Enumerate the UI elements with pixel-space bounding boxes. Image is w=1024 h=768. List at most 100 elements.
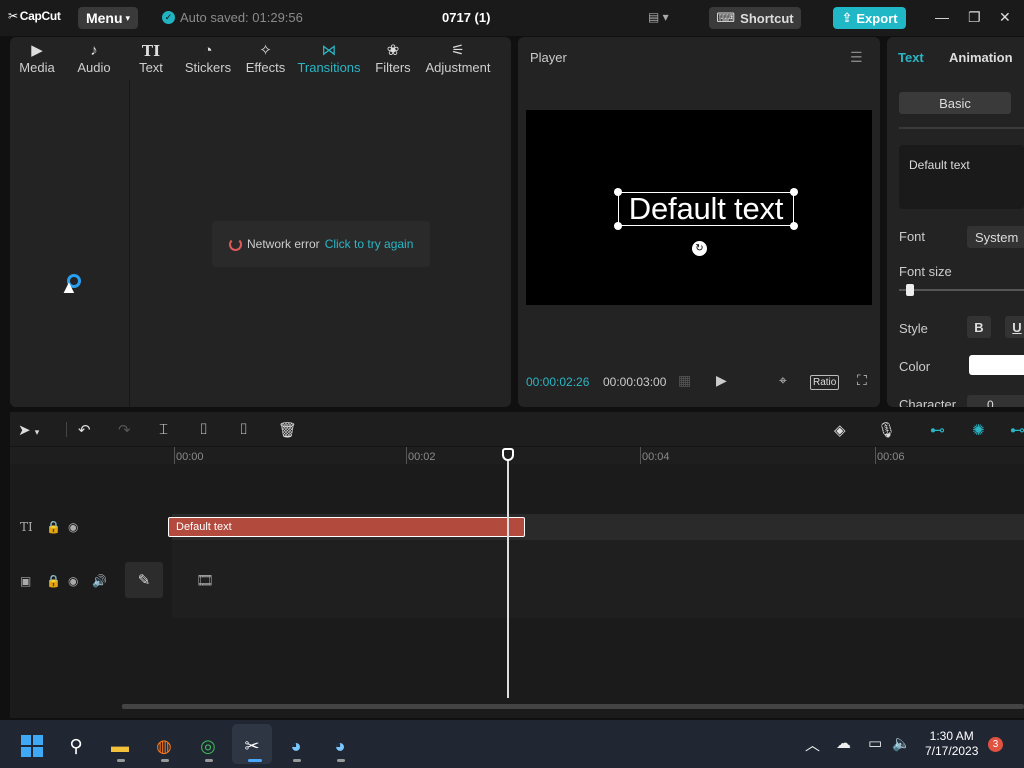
davinci-resolve-icon[interactable]: ◕ [283,733,309,759]
text-overlay[interactable]: Default text [618,192,794,226]
retry-link[interactable]: Click to try again [325,237,414,251]
ruler-label: 00:04 [642,451,670,463]
capcut-taskbar-icon[interactable]: ✂ [239,733,265,759]
tab-label: Media [19,60,55,75]
menu-button[interactable]: Menu ▾ [78,7,138,29]
eye-icon[interactable]: ◉ [68,520,78,534]
tab-adjustment[interactable]: ⚟ Adjustment [421,37,495,80]
tab-media[interactable]: ▶ Media [10,37,64,80]
windows-logo-icon [21,735,43,757]
auto-snap-icon[interactable]: ✺ [972,421,985,439]
play-icon[interactable]: ▶ [716,372,727,389]
keyboard-icon: ⌨ [716,10,736,25]
logo-mark-icon: ✂ [8,9,18,23]
shortcut-button[interactable]: ⌨ Shortcut [709,7,801,29]
check-circle-icon: ✓ [162,11,175,24]
font-select[interactable]: System [967,226,1024,248]
subtab-basic[interactable]: Basic [899,92,1011,114]
display-icon[interactable]: ▭ [868,734,882,752]
delete-icon[interactable]: 🗑 [278,421,297,439]
tab-transitions[interactable]: ⋈ Transitions [293,37,365,80]
player-menu-icon[interactable]: ☰ [850,49,863,66]
network-error-banner: Network error Click to try again [212,221,430,267]
ratio-button[interactable]: Ratio [810,375,840,390]
rotate-handle-icon[interactable]: ↻ [692,241,707,256]
error-refresh-icon [229,237,242,251]
select-tool-icon[interactable]: ➤ ▾ [18,421,39,439]
current-time: 00:00:02:26 [526,375,590,389]
lock-icon[interactable]: 🔒 [46,520,61,534]
tab-label: Audio [77,60,111,75]
davinci-resolve-icon-2[interactable]: ◕ [327,733,353,759]
bold-button[interactable]: B [967,316,991,338]
media-icon: ▶ [31,42,43,59]
redo-icon[interactable]: ↷ [118,421,131,439]
undo-icon[interactable]: ↶ [78,421,91,439]
running-indicator [205,759,213,762]
ruler-tick [174,447,175,464]
microphone-icon[interactable]: 🎙 [877,421,896,439]
underline-button[interactable]: U [1005,316,1024,338]
playhead-handle[interactable] [502,448,514,461]
lock-icon[interactable]: 🔒 [46,574,61,588]
font-size-slider-track[interactable] [899,289,1024,291]
layout-icon[interactable]: ▤ ▾ [648,10,669,24]
speaker-icon[interactable]: 🔈 [892,734,911,752]
firefox-icon[interactable]: ◍ [151,733,177,759]
font-size-slider-knob[interactable] [906,284,914,296]
timeline-grid-icon[interactable]: ▦ [678,372,691,389]
eye-icon[interactable]: ◉ [68,574,78,588]
tab-stickers[interactable]: ◔ Stickers [178,37,238,80]
text-content-input[interactable]: Default text [899,145,1024,209]
trim-left-icon[interactable]: ⌷ [199,421,208,438]
tab-animation[interactable]: Animation [949,50,1013,65]
volume-icon[interactable]: 🔊 [92,574,107,588]
cover-edit-button[interactable]: ✎ [125,562,163,598]
running-indicator [117,759,125,762]
resize-handle[interactable] [790,188,798,196]
resize-handle[interactable] [790,222,798,230]
style-label: Style [899,321,928,336]
trim-right-icon[interactable]: ⌷ [239,421,248,438]
text-clip[interactable]: Default text [168,517,525,537]
project-title[interactable]: 0717 (1) [442,10,490,25]
linkage-icon[interactable]: ⊷ [1010,421,1024,439]
character-label: Character [899,397,957,407]
character-input[interactable]: 0 [967,395,1024,407]
search-icon[interactable]: ⚲ [63,733,89,759]
file-explorer-icon[interactable]: ▬ [107,733,133,759]
ruler-tick [406,447,407,464]
close-icon[interactable]: ✕ [999,9,1011,26]
system-clock[interactable]: 1:30 AM 7/17/2023 [925,729,978,759]
color-swatch[interactable] [969,355,1024,375]
auto-keyframe-icon[interactable]: ◈ [834,421,846,439]
tab-filters[interactable]: ❀ Filters [365,37,421,80]
tab-text-inspector[interactable]: Text [898,50,924,65]
notification-badge[interactable]: 3 [988,737,1003,752]
preview-canvas[interactable]: Default text ↻ [526,110,872,305]
tab-audio[interactable]: ♪ Audio [64,37,124,80]
resize-handle[interactable] [614,188,622,196]
audio-icon: ♪ [90,42,98,59]
chevron-up-icon[interactable]: ︿ [805,734,820,755]
minimize-icon[interactable]: — [935,9,949,25]
zoom-fit-icon[interactable]: ⌖ [779,372,787,389]
onedrive-icon[interactable]: ☁ [836,734,851,752]
split-icon[interactable]: ⌶ [159,421,168,438]
fullscreen-icon[interactable]: ⛶ [857,372,867,389]
start-icon[interactable] [19,733,45,759]
main-track-magnet-icon[interactable]: ⊷ [930,421,945,439]
capcut-logo: ✂ CapCut [8,9,61,23]
resize-handle[interactable] [614,222,622,230]
tool-tabs: ▶ Media ♪ Audio TI Text ◔ Stickers ✧ Effects … [10,37,511,80]
autosave-status: ✓ Auto saved: 01:29:56 [162,10,303,25]
tab-effects[interactable]: ✧ Effects [238,37,293,80]
tab-text[interactable]: TI Text [124,37,178,80]
timeline-scrollbar[interactable] [122,704,1024,709]
export-button[interactable]: ⇪ Export [833,7,906,29]
effects-icon: ✧ [259,42,272,59]
clock-date: 7/17/2023 [925,744,979,758]
chrome-icon[interactable]: ◎ [195,733,221,759]
playhead[interactable] [507,450,509,698]
maximize-icon[interactable]: ❐ [968,9,981,26]
